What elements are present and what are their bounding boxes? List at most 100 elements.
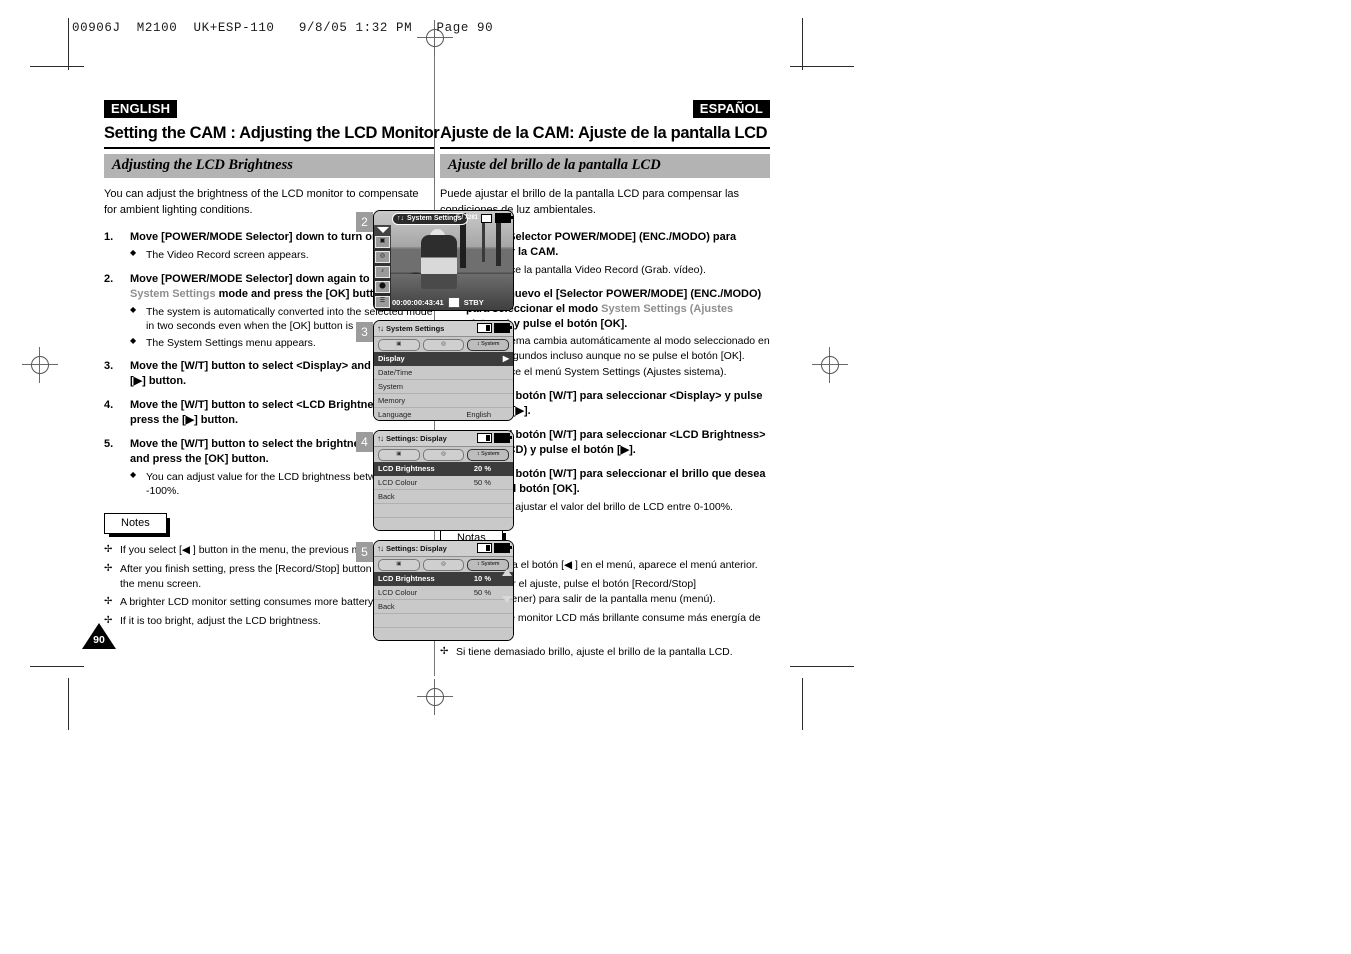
lcd-screen-illustrations: 2 ▣ ◎ ♪ ⬤ ☰ ↑↓ System Settings F / 7281 00:00:00:… (356, 210, 526, 650)
menu-title-label: System Settings (386, 324, 445, 333)
menu-row[interactable]: Back (374, 600, 513, 614)
registration-mark-bottom (417, 679, 453, 715)
prepress-slug: 00906J M2100 UK+ESP-110 9/8/05 1:32 PM P… (72, 21, 494, 35)
menu-tab-1[interactable]: ◎ (422, 449, 465, 461)
crop-mark-top-right-horizontal (790, 66, 854, 68)
menu-row-value: 20 % (473, 464, 491, 473)
page-number-badge: 90 (82, 623, 116, 649)
menu-row[interactable]: Memory (374, 394, 513, 408)
spanish-lang-tag: ESPAÑOL (692, 100, 770, 118)
english-lang-tag: ENGLISH (104, 100, 178, 118)
menu-tab-1[interactable]: ◎ (422, 339, 465, 351)
mode-down-caret-icon (376, 227, 389, 233)
menu-row-label: LCD Colour (378, 588, 418, 597)
step-number: 2. (104, 272, 114, 285)
crop-mark-bottom-left-horizontal (30, 666, 84, 668)
menu-tab-0[interactable]: ▣ (378, 339, 420, 351)
status-icons (477, 323, 512, 333)
mode-icon-column[interactable]: ▣ ◎ ♪ ⬤ ☰ (374, 225, 391, 310)
video-mode-icon[interactable]: ▣ (375, 236, 390, 248)
lcd-screen-block: 3 ↑↓ System Settings ▣ ◎ ↕ System Display ▶ Date… (356, 320, 526, 424)
menu-row[interactable]: Display ▶ (374, 352, 513, 366)
system-settings-label: System Settings (407, 215, 462, 222)
timecode-label: 00:00:00:43:41 (392, 298, 444, 307)
lcd-screen-block: 4 ↑↓ Settings: Display ▣ ◎ ↕ System LCD Bright… (356, 430, 526, 534)
menu-tab-bar[interactable]: ▣ ◎ ↕ System (374, 447, 513, 462)
menu-row-label: LCD Brightness (378, 574, 435, 583)
menu-scroll-arrows[interactable] (502, 569, 512, 603)
battery-icon (494, 543, 512, 553)
screen-step-number: 3 (356, 322, 373, 342)
menu-row[interactable] (374, 614, 513, 628)
file-mode-icon[interactable]: ☰ (375, 296, 390, 308)
menu-row-label: Back (378, 492, 395, 501)
menu-tab-0[interactable]: ▣ (378, 559, 420, 571)
menu-row[interactable]: LCD Colour 50 % (374, 476, 513, 490)
menu-row[interactable]: System (374, 380, 513, 394)
spanish-chapter-title: Ajuste de la CAM: Ajuste de la pantalla … (440, 124, 768, 142)
menu-row[interactable] (374, 628, 513, 640)
menu-row-value: 50 % (473, 478, 491, 487)
menu-row[interactable] (374, 518, 513, 530)
menu-row-label: Display (378, 354, 405, 363)
status-icons (477, 543, 512, 553)
music-mode-icon[interactable]: ♪ (375, 266, 390, 278)
menu-tab-1[interactable]: ◎ (422, 559, 465, 571)
menu-title-label: Settings: Display (386, 434, 447, 443)
menu-tab-bar[interactable]: ▣ ◎ ↕ System (374, 337, 513, 352)
step-number: 5. (104, 437, 114, 450)
crop-mark-top-left-horizontal (30, 66, 84, 68)
lcd-screen: ↑↓ Settings: Display ▣ ◎ ↕ System LCD Brightn… (373, 540, 514, 641)
menu-title-bar: ↑↓ System Settings (374, 321, 513, 337)
menu-tab-bar[interactable]: ▣ ◎ ↕ System (374, 557, 513, 572)
menu-row-value: 50 % (473, 588, 491, 597)
menu-row[interactable]: Back (374, 490, 513, 504)
menu-tab-2[interactable]: ↕ System (467, 449, 510, 461)
menu-overlay: ↑↓ System Settings ▣ ◎ ↕ System Display ▶ Date/… (374, 321, 513, 420)
scroll-down-icon[interactable] (502, 596, 512, 603)
menu-title-bar: ↑↓ Settings: Display (374, 541, 513, 557)
crop-mark-bottom-left-vertical (68, 678, 70, 730)
lcd-screen-block: 5 ↑↓ Settings: Display ▣ ◎ ↕ System LCD Bright… (356, 540, 526, 644)
registration-mark-right (812, 347, 848, 383)
lcd-screen: ▣ ◎ ♪ ⬤ ☰ ↑↓ System Settings F / 7281 00:00:00:4… (373, 210, 514, 311)
menu-row-label: LCD Brightness (378, 464, 435, 473)
menu-row[interactable]: LCD Colour 50 % (374, 586, 513, 600)
menu-row[interactable]: Date/Time (374, 366, 513, 380)
crop-mark-top-left-vertical (68, 18, 70, 70)
menu-overlay: ↑↓ Settings: Display ▣ ◎ ↕ System LCD Brightn… (374, 431, 513, 530)
menu-row[interactable]: LCD Brightness 10 % (374, 572, 513, 586)
menu-row-label: Date/Time (378, 368, 413, 377)
step-number: 3. (104, 360, 114, 373)
status-icons (477, 433, 512, 443)
spanish-section-title: Ajuste del brillo de la pantalla LCD (440, 154, 770, 178)
english-chapter-title: Setting the CAM : Adjusting the LCD Moni… (104, 124, 440, 142)
menu-overlay: ↑↓ Settings: Display ▣ ◎ ↕ System LCD Brightn… (374, 541, 513, 640)
standby-label: STBY (463, 298, 484, 307)
spanish-title-rule (440, 147, 770, 149)
scroll-up-icon[interactable] (502, 569, 512, 576)
menu-row-label: LCD Colour (378, 478, 418, 487)
step-text-part: y pulse el botón [OK]. (510, 317, 628, 330)
menu-row-label: System (378, 382, 404, 391)
menu-title-bar: ↑↓ Settings: Display (374, 431, 513, 447)
voice-mode-icon[interactable]: ⬤ (375, 281, 390, 293)
standby-box-icon (447, 297, 460, 308)
menu-title-label: Settings: Display (386, 544, 447, 553)
menu-row[interactable]: LCD Brightness 20 % (374, 462, 513, 476)
menu-row-label: Back (378, 602, 395, 611)
step-number: 1. (104, 231, 114, 244)
page-number-text: 90 (93, 634, 105, 646)
menu-row[interactable] (374, 504, 513, 518)
photo-mode-icon[interactable]: ◎ (375, 251, 390, 263)
menu-row-value: English (466, 410, 491, 419)
menu-row-list: LCD Brightness 10 % LCD Colour 50 % Back (374, 572, 513, 640)
f-number-label: F / 7281 (455, 215, 478, 221)
menu-tab-2[interactable]: ↕ System (467, 339, 510, 351)
screen-step-number: 2 (356, 212, 373, 232)
english-lang-tag-row: ENGLISH (104, 100, 434, 118)
settings-gear-icon: ↑↓ (377, 324, 384, 333)
menu-row[interactable]: Language English (374, 408, 513, 420)
step-number: 4. (104, 398, 114, 411)
menu-tab-0[interactable]: ▣ (378, 449, 420, 461)
